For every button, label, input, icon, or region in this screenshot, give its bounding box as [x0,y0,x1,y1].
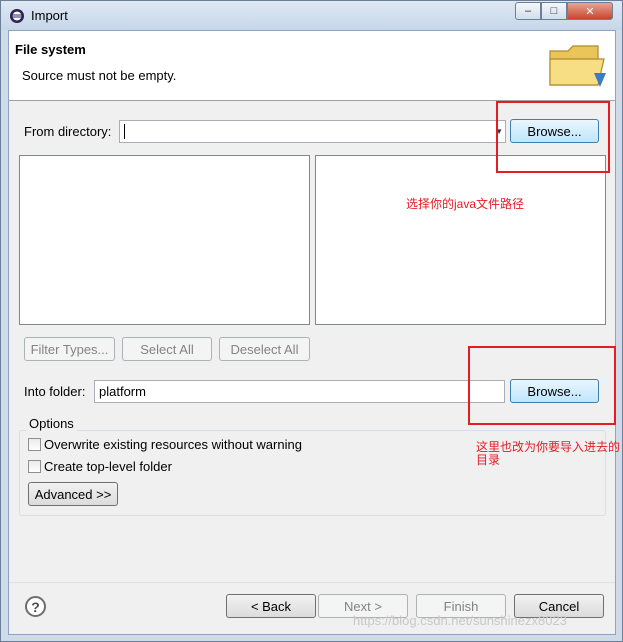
deselect-all-label: Deselect All [230,341,299,357]
overwrite-option[interactable]: Overwrite existing resources without war… [28,437,302,452]
back-button[interactable]: < Back [226,594,316,618]
create-top-level-label: Create top-level folder [44,459,172,474]
annotation-line-2: 目录 [476,453,501,467]
footer-divider [9,582,615,583]
overwrite-label: Overwrite existing resources without war… [44,437,302,452]
help-icon[interactable]: ? [25,596,46,617]
filter-types-label: Filter Types... [30,341,109,357]
into-folder-label: Into folder: [24,384,86,399]
create-top-level-checkbox[interactable] [28,460,41,473]
create-top-level-option[interactable]: Create top-level folder [28,459,172,474]
browse-folder-annotation-box [468,346,616,425]
into-folder-value: platform [99,384,146,399]
error-message: Source must not be empty. [22,68,177,83]
window-title: Import [31,8,68,23]
eclipse-icon [10,9,24,23]
folder-tree-pane[interactable] [19,155,310,325]
finish-label: Finish [443,598,479,614]
browse-folder-annotation: 这里也改为你要导入进去的 目录 [476,441,620,467]
deselect-all-button[interactable]: Deselect All [219,337,310,361]
close-button[interactable]: ✕ [567,2,613,20]
select-all-label: Select All [140,341,194,357]
maximize-button[interactable]: □ [541,2,567,20]
cancel-label: Cancel [538,598,580,614]
into-folder-input[interactable]: platform [94,380,505,403]
text-cursor [124,124,125,139]
wizard-header: File system Source must not be empty. [9,31,615,101]
next-label: Next > [344,598,382,614]
options-group-label: Options [26,416,77,431]
import-dialog: Import – □ ✕ File system Source must not… [0,0,623,642]
browse-source-annotation: 选择你的java文件路径 [406,197,525,211]
watermark-text: https://blog.csdn.net/sunshinezx8023 [353,613,567,628]
advanced-label: Advanced >> [34,486,112,502]
file-list-pane[interactable] [315,155,606,325]
back-label: < Back [250,598,292,614]
from-directory-label: From directory: [24,124,112,139]
advanced-button[interactable]: Advanced >> [28,482,118,506]
title-bar[interactable]: Import – □ ✕ [1,1,622,30]
select-all-button[interactable]: Select All [122,337,212,361]
overwrite-checkbox[interactable] [28,438,41,451]
browse-source-annotation-box [496,101,610,173]
filter-types-button[interactable]: Filter Types... [24,337,115,361]
page-title: File system [15,42,86,57]
from-directory-combo[interactable]: ▼ [119,120,506,143]
minimize-button[interactable]: – [515,2,541,20]
folder-icon [549,45,606,87]
